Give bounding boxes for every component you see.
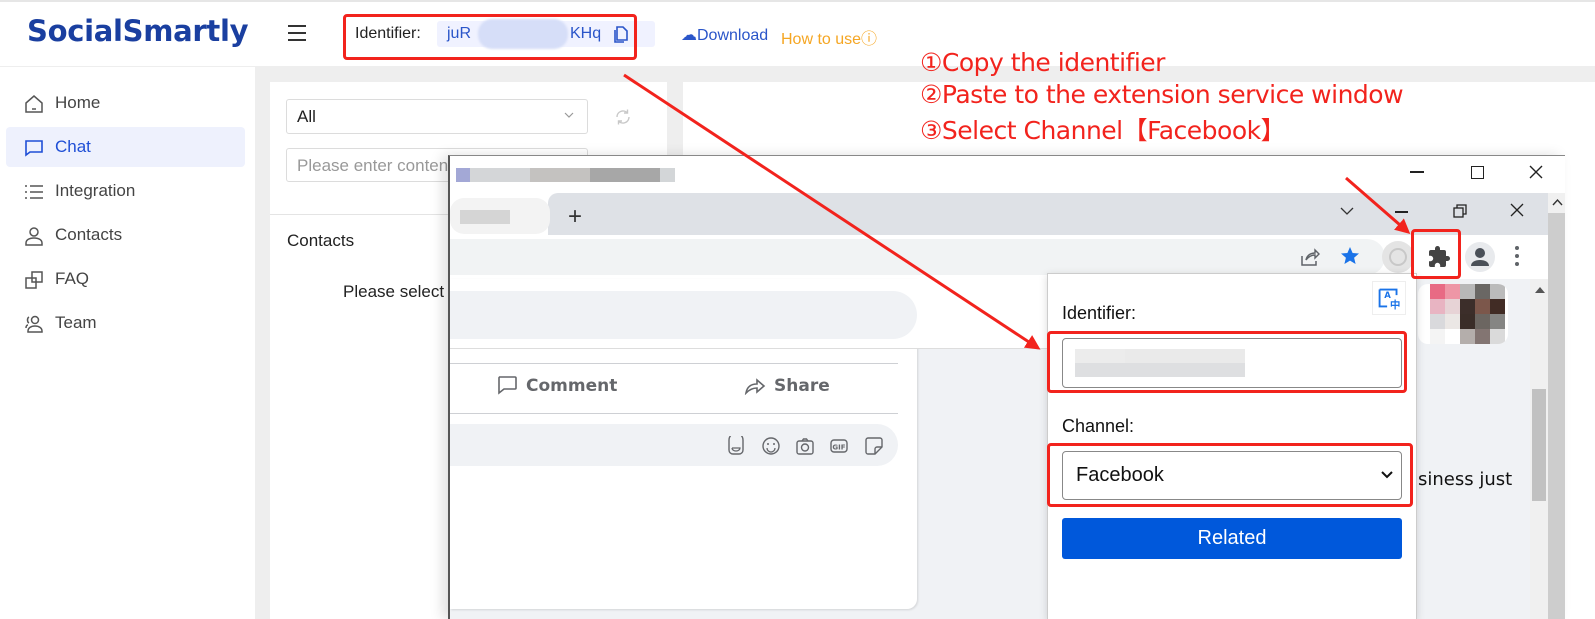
sidebar-item-contacts[interactable]: Contacts bbox=[6, 215, 245, 255]
window-maximize-button[interactable] bbox=[1471, 166, 1484, 179]
related-button[interactable]: Related bbox=[1062, 518, 1402, 559]
browser-menu-icon[interactable] bbox=[1513, 246, 1521, 268]
divider bbox=[450, 413, 898, 414]
annotation-highlight-identifier bbox=[343, 14, 637, 60]
search-placeholder: Please enter content bbox=[297, 156, 453, 175]
download-link[interactable]: ☁Download bbox=[681, 25, 768, 45]
facebook-search-bar[interactable] bbox=[450, 291, 917, 339]
chevron-down-icon bbox=[564, 112, 574, 118]
annotation-highlight-channel bbox=[1047, 443, 1413, 507]
sidebar-item-faq[interactable]: FAQ bbox=[6, 259, 245, 299]
extension-loading-icon[interactable] bbox=[1382, 241, 1414, 273]
post-text-fragment: siness just bbox=[1418, 469, 1513, 490]
redacted-title bbox=[530, 168, 590, 182]
window-scrollbar[interactable] bbox=[1548, 193, 1565, 619]
channel-filter-select[interactable]: All bbox=[286, 99, 588, 134]
redacted-title bbox=[470, 168, 530, 182]
comment-label: Comment bbox=[526, 376, 618, 396]
share-arrow-icon bbox=[744, 378, 766, 395]
scroll-up-arrow-icon[interactable] bbox=[1535, 287, 1545, 293]
sidebar-item-label: Chat bbox=[55, 137, 91, 156]
redacted-tab-title bbox=[460, 210, 510, 224]
gif-icon[interactable]: GIF bbox=[829, 436, 849, 456]
instruction-step-3: ③Select Channel【Facebook】 bbox=[920, 116, 1286, 145]
chat-icon bbox=[25, 140, 43, 157]
sidebar-item-label: Integration bbox=[55, 181, 136, 200]
channel-filter-value: All bbox=[297, 107, 316, 126]
sidebar-item-label: Team bbox=[55, 313, 97, 332]
new-tab-button[interactable]: + bbox=[568, 203, 582, 231]
popup-channel-label: Channel: bbox=[1062, 416, 1135, 436]
window-close-button[interactable] bbox=[1528, 164, 1544, 180]
browser-minimize-button[interactable] bbox=[1395, 211, 1408, 213]
tab-search-chevron-icon[interactable] bbox=[1340, 206, 1354, 216]
sidebar-item-label: Contacts bbox=[55, 225, 123, 244]
annotation-highlight-popup-input bbox=[1047, 331, 1407, 393]
faq-icon bbox=[25, 271, 43, 289]
browser-close-button[interactable] bbox=[1510, 203, 1524, 217]
sidebar-item-integration[interactable]: Integration bbox=[6, 171, 245, 211]
redacted-profile-image bbox=[1418, 284, 1508, 344]
browser-titlebar bbox=[450, 156, 1565, 193]
how-to-use-link[interactable]: How to useⓘ bbox=[781, 25, 877, 49]
emoji-icon[interactable] bbox=[761, 436, 781, 456]
comment-icon bbox=[498, 376, 517, 395]
sidebar-item-team[interactable]: Team bbox=[6, 303, 245, 343]
sidebar-item-label: FAQ bbox=[55, 269, 90, 288]
camera-icon[interactable] bbox=[795, 436, 815, 456]
chevron-up-icon bbox=[1552, 198, 1563, 206]
profile-avatar-icon[interactable] bbox=[1465, 242, 1495, 272]
scroll-up-button[interactable] bbox=[1548, 193, 1565, 213]
contacts-heading: Contacts bbox=[287, 231, 355, 250]
top-border bbox=[0, 0, 1595, 2]
redacted-title bbox=[456, 168, 470, 182]
select-contact-hint: Please select a bbox=[343, 282, 459, 301]
annotation-highlight-extension bbox=[1411, 229, 1461, 279]
app-logo: SocialSmartly bbox=[27, 14, 249, 48]
socialsmartly-app: SocialSmartly Identifier: juR KHq ☁Downl… bbox=[0, 0, 1595, 619]
window-minimize-button[interactable] bbox=[1410, 171, 1424, 173]
browser-restore-button[interactable] bbox=[1453, 204, 1467, 218]
menu-toggle-icon[interactable] bbox=[288, 25, 306, 41]
refresh-icon[interactable] bbox=[614, 108, 632, 126]
svg-text:GIF: GIF bbox=[832, 444, 845, 452]
team-icon bbox=[25, 315, 43, 333]
home-icon bbox=[25, 95, 43, 113]
list-icon bbox=[25, 185, 43, 199]
comment-button[interactable]: Comment bbox=[496, 375, 617, 396]
address-bar[interactable] bbox=[450, 239, 1385, 275]
bookmark-star-icon[interactable] bbox=[1340, 246, 1360, 266]
redacted-title bbox=[590, 168, 660, 182]
share-button[interactable]: Share bbox=[744, 375, 830, 396]
instruction-step-2: ②Paste to the extension service window bbox=[920, 80, 1404, 109]
tab-strip bbox=[548, 193, 1548, 235]
share-label: Share bbox=[774, 376, 830, 396]
browser-tab[interactable] bbox=[450, 198, 550, 234]
page-scrollbar-thumb[interactable] bbox=[1532, 389, 1546, 501]
redacted-title bbox=[660, 168, 675, 182]
sidebar: Home Chat Integration Contacts FAQ Team bbox=[0, 66, 255, 619]
sidebar-item-label: Home bbox=[55, 93, 101, 112]
svg-text:中: 中 bbox=[1390, 298, 1400, 311]
sidebar-item-chat[interactable]: Chat bbox=[6, 127, 245, 167]
user-icon bbox=[25, 227, 43, 246]
share-page-icon[interactable] bbox=[1300, 248, 1320, 266]
popup-identifier-label: Identifier: bbox=[1062, 303, 1137, 323]
sidebar-item-home[interactable]: Home bbox=[6, 83, 245, 123]
instruction-step-1: ①Copy the identifier bbox=[920, 48, 1165, 77]
avatar-sticker-icon[interactable] bbox=[726, 436, 746, 456]
translate-icon[interactable]: A中 bbox=[1372, 281, 1406, 315]
sticker-icon[interactable] bbox=[864, 436, 884, 456]
divider bbox=[450, 363, 898, 364]
